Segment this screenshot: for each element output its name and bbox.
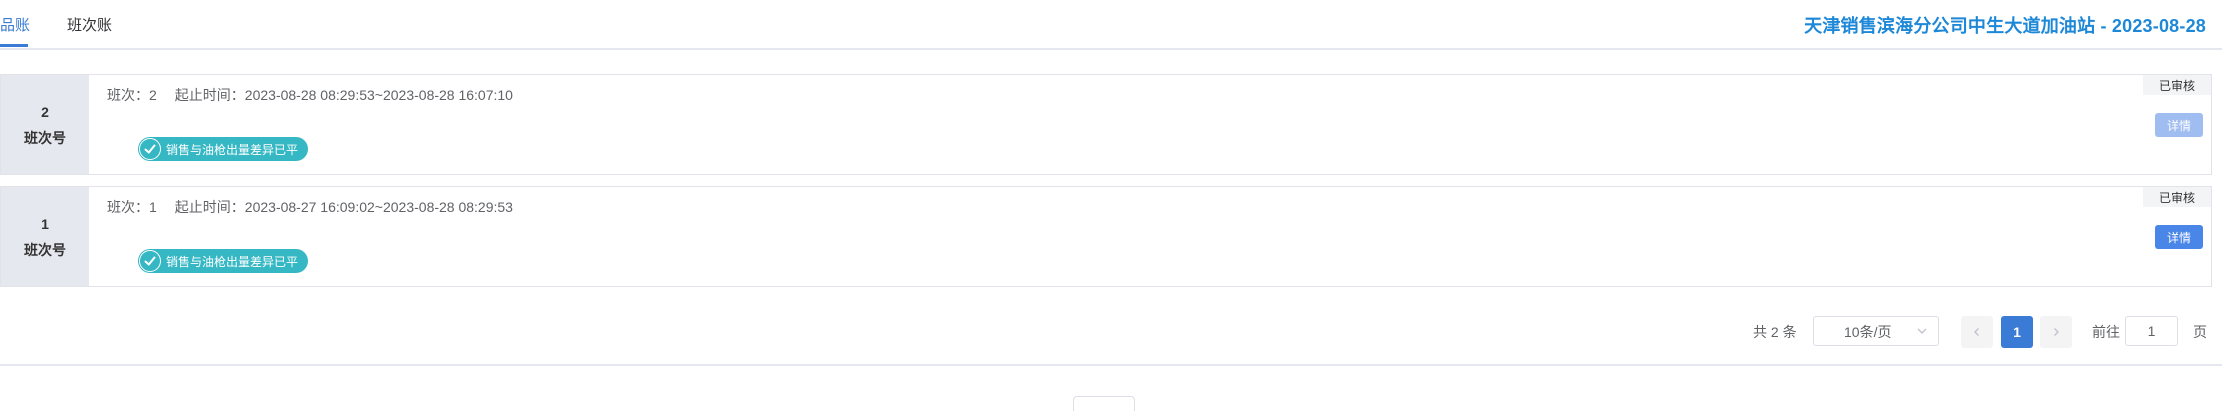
shift-number-panel: 1 班次号 [1, 187, 89, 286]
status-tag: 已审核 [2143, 187, 2211, 207]
station-title: 天津销售滨海分公司中生大道加油站 - 2023-08-28 [1804, 16, 2206, 36]
chevron-left-icon [1974, 328, 1979, 336]
next-page-button[interactable] [2040, 316, 2072, 348]
prev-page-button[interactable] [1961, 316, 1993, 348]
shift-card: 1 班次号 班次：1 起止时间：2023-08-27 16:09:02~2023-… [0, 186, 2212, 287]
section-divider [0, 364, 2222, 366]
shift-card: 2 班次号 班次：2 起止时间：2023-08-28 08:29:53~2023-… [0, 74, 2212, 175]
shift-info: 班次：2 起止时间：2023-08-28 08:29:53~2023-08-28 … [107, 85, 513, 105]
active-tab-indicator [0, 44, 28, 47]
check-icon [139, 250, 161, 272]
shift-text: 班次：2 [107, 87, 157, 103]
chevron-right-icon [2054, 328, 2059, 336]
shift-number-label: 班次号 [24, 129, 66, 146]
shift-text: 班次：1 [107, 199, 157, 215]
check-icon [139, 138, 161, 160]
detail-button[interactable]: 详情 [2155, 113, 2203, 137]
page-number-button[interactable]: 1 [2001, 316, 2033, 348]
tab-pinzhang[interactable]: 品账 [0, 16, 30, 36]
goto-suffix: 页 [2193, 324, 2207, 340]
total-count: 共 2 条 [1753, 324, 1797, 340]
tab-bar: 品账 班次账 天津销售滨海分公司中生大道加油站 - 2023-08-28 [0, 0, 2222, 50]
goto-label: 前往 [2092, 324, 2120, 340]
goto-page-input[interactable]: 1 [2125, 316, 2178, 346]
shift-time: 起止时间：2023-08-28 08:29:53~2023-08-28 16:0… [174, 87, 513, 103]
page-size-value: 10条/页 [1844, 324, 1892, 340]
shift-time: 起止时间：2023-08-27 16:09:02~2023-08-28 08:2… [174, 199, 513, 215]
badge-text: 销售与油枪出量差异已平 [166, 142, 299, 157]
shift-number-label: 班次号 [24, 241, 66, 258]
badge-text: 销售与油枪出量差异已平 [166, 254, 299, 269]
bottom-panel-stub [1073, 396, 1135, 411]
shift-number-panel: 2 班次号 [1, 75, 89, 174]
reconciled-badge: 销售与油枪出量差异已平 [138, 137, 309, 161]
shift-info: 班次：1 起止时间：2023-08-27 16:09:02~2023-08-28 … [107, 197, 513, 217]
reconciled-badge: 销售与油枪出量差异已平 [138, 249, 309, 273]
shift-number: 2 [41, 103, 49, 120]
shift-number: 1 [41, 215, 49, 232]
status-tag: 已审核 [2143, 75, 2211, 95]
tab-banci[interactable]: 班次账 [67, 16, 112, 36]
page-size-select[interactable]: 10条/页 [1813, 316, 1939, 346]
detail-button[interactable]: 详情 [2155, 225, 2203, 249]
chevron-down-icon [1916, 324, 1928, 340]
